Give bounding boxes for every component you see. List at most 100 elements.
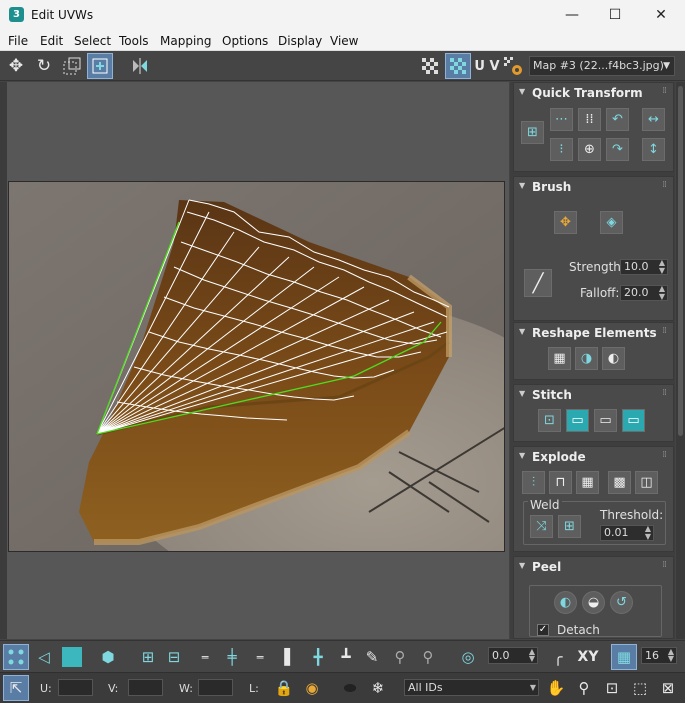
relax-settings-icon[interactable]: ◐ [602,347,625,370]
v-field[interactable] [128,679,163,696]
pan-icon[interactable]: ✋ [544,676,568,700]
edge-mode-icon[interactable]: ◁ [32,645,56,669]
reshape-header[interactable]: ▼ Reshape Elements ⁞⁞ [514,323,673,343]
explode-to-islands-icon[interactable]: ⊓ [549,471,572,494]
shrink-selection-icon[interactable]: ⊟ [162,645,186,669]
checker-active-icon[interactable] [445,53,471,79]
ring-icon[interactable]: ▌ [278,645,302,669]
quick-peel-icon[interactable]: ◐ [554,591,577,614]
face-mode-icon[interactable] [60,645,84,669]
ring-shrink-icon[interactable]: ┻ [334,645,358,669]
uv-toggle[interactable]: U V [474,54,500,78]
split-icon[interactable]: ◫ [635,471,658,494]
element-mode-icon[interactable]: ⬢ [96,645,120,669]
map-select[interactable]: Map #3 (22...f4bc3.jpg) ▼ [529,56,675,76]
stitch-custom-icon[interactable]: ⊡ [538,409,561,432]
spinner-arrows-icon[interactable]: ▲ ▼ [659,285,665,301]
menu-view[interactable]: View [330,34,358,48]
rotate-cw-icon[interactable]: ↷ [606,138,629,161]
flatten-icon[interactable]: ▦ [576,471,599,494]
menu-tools[interactable]: Tools [119,34,149,48]
xy-toggle[interactable]: XY [574,645,602,669]
paint-grow-icon[interactable]: ⚲ [388,645,412,669]
spinner-arrows-icon[interactable]: ▲ ▼ [529,648,535,663]
checker-pack-icon[interactable]: ▩ [608,471,631,494]
settings-icon[interactable] [501,54,525,78]
uv-viewport[interactable] [7,82,509,639]
zoom-region-icon[interactable]: ⊡ [600,676,624,700]
space-vertical-icon[interactable]: ⁞⁞ [578,108,601,131]
align-vertical-icon[interactable]: ⁝ [550,138,573,161]
threshold-spinner[interactable]: 0.01 ▲ ▼ [600,525,654,541]
zoom-extents-icon[interactable]: ⬚ [628,676,652,700]
show-hidden-icon[interactable]: ◉ [300,676,324,700]
w-field[interactable] [198,679,233,696]
zoom-selected-icon[interactable]: ⊠ [656,676,680,700]
peel-mode-icon[interactable]: ◒ [582,591,605,614]
close-button[interactable]: ✕ [638,0,684,30]
loop-shrink-icon[interactable]: ═ [248,645,272,669]
falloff-curve-icon[interactable]: ╭ [546,645,570,669]
grid-snap-icon[interactable]: ▦ [611,644,637,670]
move-icon[interactable]: ✥ [4,54,28,78]
menu-file[interactable]: File [8,34,28,48]
stitch-target-icon[interactable]: ▭ [622,409,645,432]
menu-options[interactable]: Options [222,34,268,48]
material-ids-select[interactable]: All IDs ▼ [404,679,539,696]
falloff-spinner[interactable]: 20.0 ▲ ▼ [620,285,668,301]
strength-spinner[interactable]: 10.0 ▲ ▼ [620,259,668,275]
quick-transform-header[interactable]: ▼ Quick Transform ⁞⁞ [514,83,673,103]
paint-select-icon[interactable]: ✎ [360,645,384,669]
mirror-icon[interactable] [128,54,152,78]
stitch-source-icon[interactable]: ▭ [566,409,589,432]
spinner-arrows-icon[interactable]: ▲ ▼ [668,648,674,663]
relax-brush-icon[interactable]: ◈ [600,211,623,234]
loop-icon[interactable]: ═ [192,645,218,669]
stitch-header[interactable]: ▼ Stitch ⁞⁞ [514,385,673,405]
stitch-average-icon[interactable]: ▭ [594,409,617,432]
explode-header[interactable]: ▼ Explode ⁞⁞ [514,447,673,467]
rotate-icon[interactable]: ↻ [32,54,56,78]
relax-icon[interactable]: ◑ [575,347,598,370]
menu-select[interactable]: Select [74,34,111,48]
ring-grow-icon[interactable]: ╋ [306,645,330,669]
panel-scrollbar[interactable] [676,82,685,639]
grid-size-field[interactable]: 16 ▲ ▼ [641,647,677,664]
brush-stroke-icon[interactable]: ╱ [524,269,552,297]
break-icon[interactable]: ⫶ [522,471,545,494]
straighten-selection-icon[interactable]: ▦ [548,347,571,370]
soft-select-icon[interactable]: ◎ [456,645,480,669]
rotate-ccw-icon[interactable]: ↶ [606,108,629,131]
menu-mapping[interactable]: Mapping [160,34,212,48]
minimize-button[interactable]: — [549,0,595,30]
vertex-mode-icon[interactable] [3,644,29,670]
spinner-arrows-icon[interactable]: ▲ ▼ [645,525,651,541]
scale-icon[interactable] [60,54,84,78]
straighten-icon[interactable]: ⊕ [578,138,601,161]
absolute-mode-icon[interactable]: ⇱ [3,675,29,701]
menu-edit[interactable]: Edit [40,34,63,48]
u-field[interactable] [58,679,93,696]
brush-header[interactable]: ▼ Brush ⁞⁞ [514,177,673,197]
space-horizontal-icon[interactable]: ↔ [642,108,665,131]
freeze-icon[interactable]: ❄ [366,676,390,700]
hide-icon[interactable]: ⬬ [338,676,362,700]
spinner-arrows-icon[interactable]: ▲ ▼ [659,259,665,275]
freeform-small-icon[interactable]: ⊞ [521,121,544,144]
angle-field[interactable]: 0.0 ▲ ▼ [488,647,538,664]
paint-shrink-icon[interactable]: ⚲ [416,645,440,669]
grow-selection-icon[interactable]: ⊞ [136,645,160,669]
maximize-button[interactable]: ☐ [592,0,638,30]
scrollbar-thumb[interactable] [678,86,683,436]
loop-grow-icon[interactable]: ╪ [220,645,244,669]
menu-display[interactable]: Display [278,34,322,48]
lock-icon[interactable]: 🔒 [272,676,296,700]
align-horizontal-icon[interactable]: ⋯ [550,108,573,131]
reset-peel-icon[interactable]: ↺ [610,591,633,614]
weld-target-icon[interactable]: ⤨ [530,515,553,538]
checker-icon[interactable] [418,54,442,78]
zoom-icon[interactable]: ⚲ [572,676,596,700]
paint-move-icon[interactable]: ✥ [554,211,577,234]
detach-checkbox[interactable]: ✓ [537,624,549,636]
space-vertical2-icon[interactable]: ↕ [642,138,665,161]
